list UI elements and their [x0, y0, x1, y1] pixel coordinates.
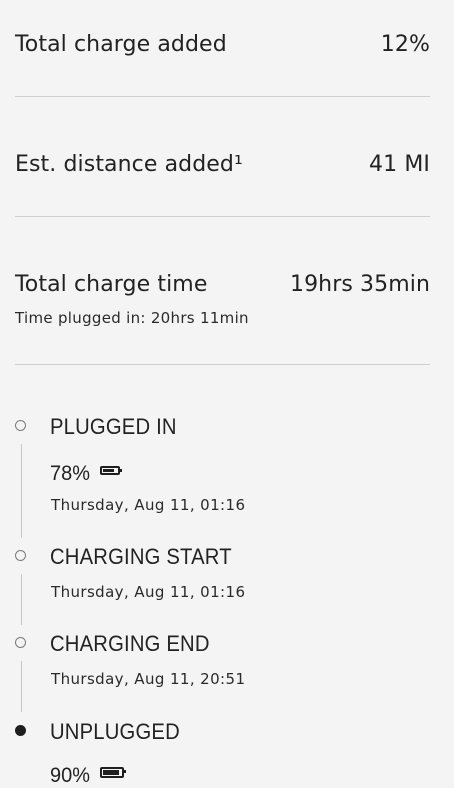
- divider: [15, 364, 430, 365]
- charge-time-label: Total charge time: [15, 272, 208, 297]
- plugged-in-title: PLUGGED IN: [50, 414, 177, 439]
- charging-end-date: Thursday, Aug 11, 20:51: [51, 670, 246, 688]
- distance-label: Est. distance added¹: [15, 152, 243, 177]
- plugged-in-date: Thursday, Aug 11, 01:16: [51, 496, 246, 514]
- plugged-in-percent-row: 78%: [50, 462, 123, 486]
- plugged-in-percent: 78%: [50, 462, 90, 485]
- distance-value: 41 MI: [369, 152, 430, 177]
- timeline-dot-unplugged: [15, 725, 26, 736]
- unplugged-percent: 90%: [50, 764, 90, 787]
- charging-start-date: Thursday, Aug 11, 01:16: [51, 583, 246, 601]
- plugged-time-text: Time plugged in: 20hrs 11min: [15, 309, 249, 327]
- total-charge-value: 12%: [380, 32, 430, 57]
- timeline-dot-plugged-in: [15, 420, 26, 431]
- charging-end-title: CHARGING END: [50, 631, 210, 656]
- divider: [15, 216, 430, 217]
- charge-time-row: Total charge time 19hrs 35min: [15, 272, 430, 297]
- timeline-connector: [21, 661, 22, 712]
- distance-row: Est. distance added¹ 41 MI: [15, 152, 430, 177]
- unplugged-title: UNPLUGGED: [50, 719, 180, 744]
- charging-start-title: CHARGING START: [50, 544, 232, 569]
- battery-icon: [100, 465, 123, 475]
- timeline-connector: [21, 444, 22, 538]
- charge-time-value: 19hrs 35min: [289, 272, 430, 297]
- timeline-dot-charging-start: [15, 550, 26, 561]
- total-charge-label: Total charge added: [15, 32, 227, 57]
- unplugged-percent-row: 90%: [50, 764, 127, 788]
- battery-icon: [100, 766, 127, 778]
- total-charge-row: Total charge added 12%: [15, 32, 430, 57]
- divider: [15, 96, 430, 97]
- timeline-connector: [21, 574, 22, 625]
- timeline-dot-charging-end: [15, 637, 26, 648]
